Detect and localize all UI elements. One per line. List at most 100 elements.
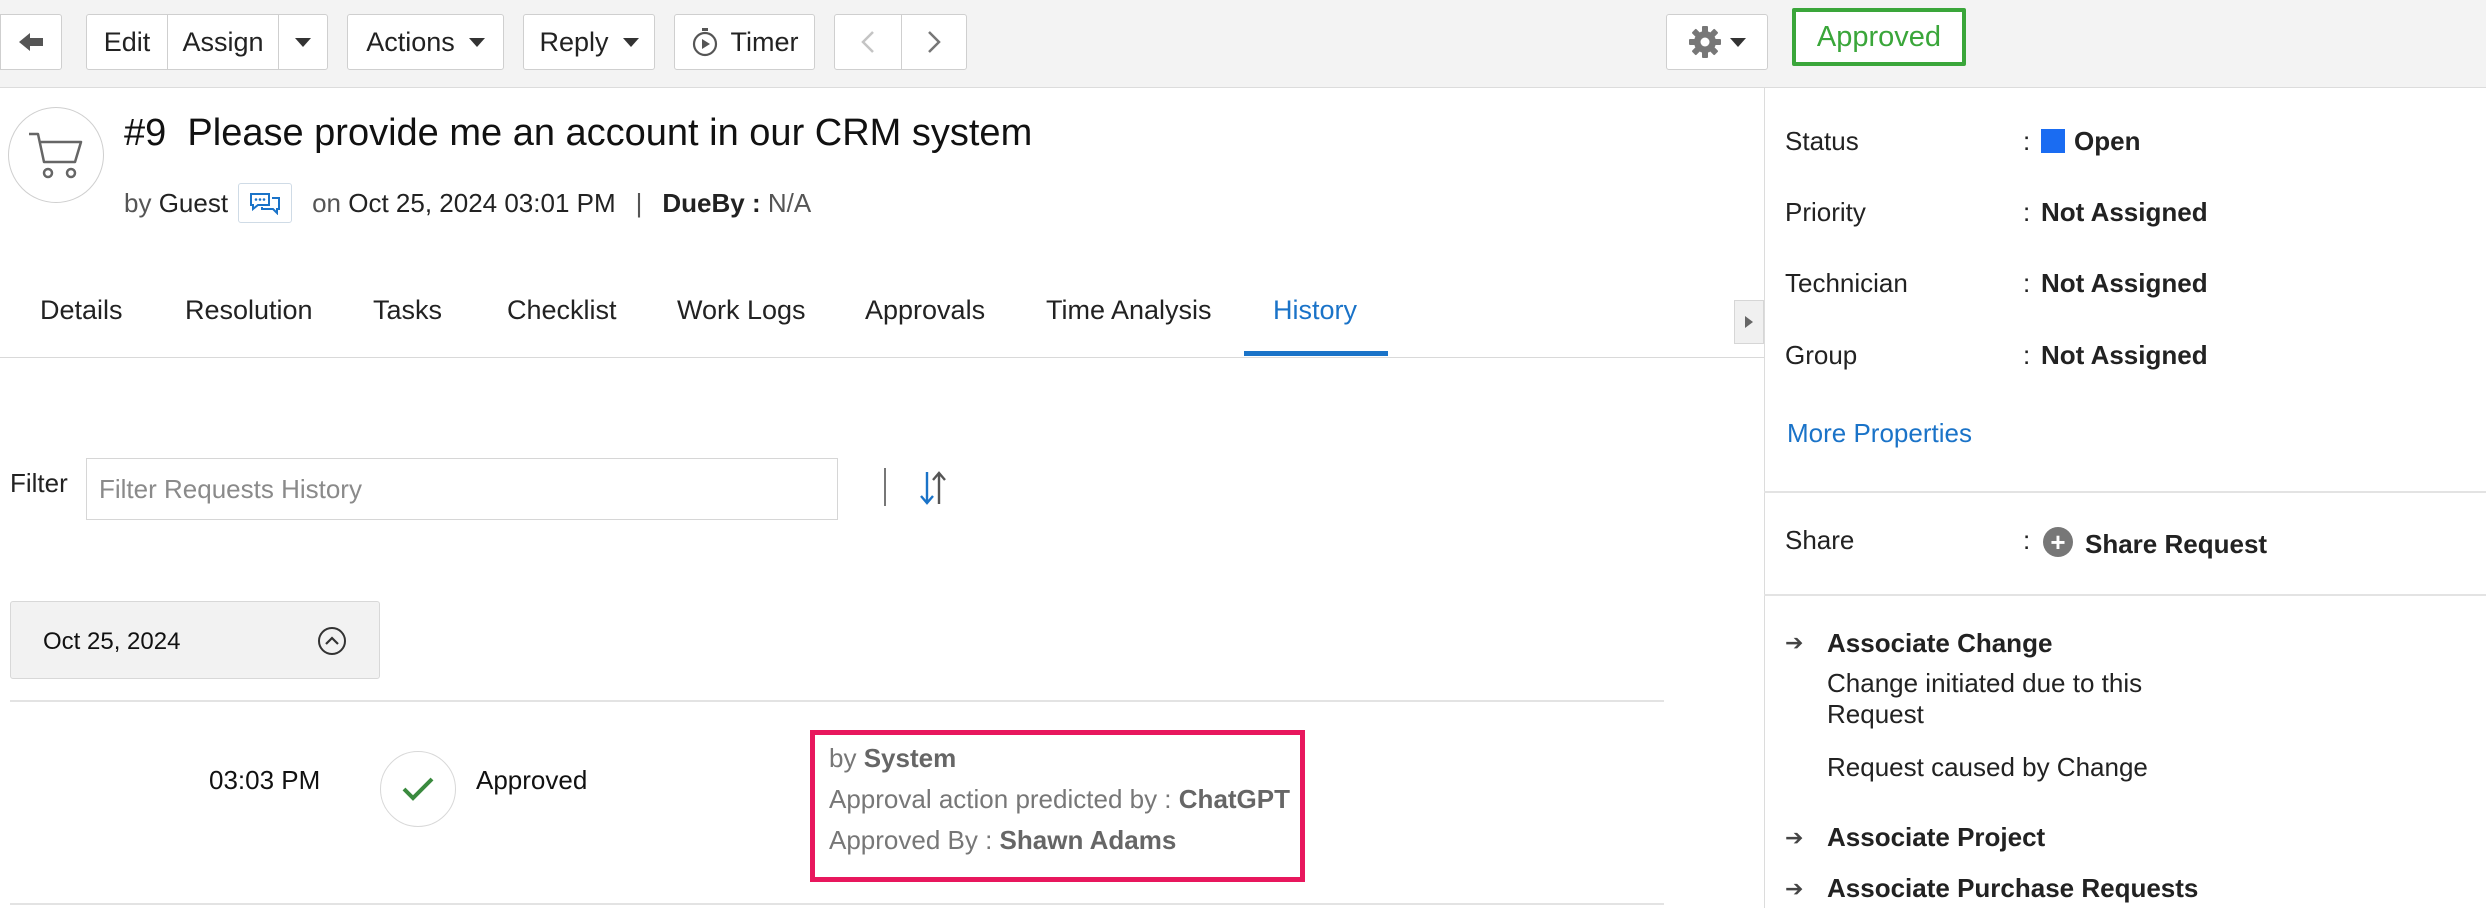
- caret-down-icon: [1730, 37, 1746, 47]
- property-colon: :: [2023, 340, 2031, 370]
- shopping-cart-icon: [29, 132, 83, 179]
- tab-history[interactable]: History: [1273, 295, 1357, 358]
- caret-down-icon: [622, 37, 639, 47]
- status-value[interactable]: Open: [2074, 126, 2140, 157]
- panel-divider: [1764, 594, 2486, 596]
- priority-label: Priority: [1785, 197, 1866, 227]
- actions-button[interactable]: Actions: [347, 14, 504, 70]
- tab-scroll-right-button[interactable]: [1734, 300, 1764, 344]
- entry-predicted-value: ChatGPT: [1178, 784, 1291, 814]
- share-label: Share: [1785, 525, 1855, 555]
- request-caused-by-change-option[interactable]: Request caused by Change: [1827, 752, 2148, 783]
- entry-approved-label: Approved By :: [829, 825, 993, 855]
- change-initiated-option[interactable]: Change initiated due to this Request: [1827, 668, 2187, 730]
- associate-project-link[interactable]: Associate Project: [1827, 822, 2045, 853]
- arrow-right-icon: ➔: [1785, 825, 1804, 850]
- assign-button[interactable]: Assign: [167, 14, 279, 70]
- active-tab-indicator: [1244, 351, 1388, 356]
- created-date: Oct 25, 2024 03:01 PM: [348, 187, 616, 218]
- tab-details[interactable]: Details: [40, 295, 123, 358]
- triangle-right-icon: [1745, 316, 1753, 328]
- reply-label: Reply: [539, 26, 609, 57]
- entry-predicted-label: Approval action predicted by :: [829, 784, 1172, 814]
- tab-resolution[interactable]: Resolution: [185, 295, 313, 358]
- history-divider: [10, 700, 1664, 702]
- tab-approvals[interactable]: Approvals: [865, 295, 985, 358]
- tab-tasks[interactable]: Tasks: [373, 295, 442, 358]
- reply-button[interactable]: Reply: [523, 14, 655, 70]
- associate-purchase-requests-link[interactable]: Associate Purchase Requests: [1827, 873, 2198, 904]
- chat-bubbles-icon: [250, 193, 281, 215]
- back-arrow-icon: [19, 33, 43, 51]
- technician-label: Technician: [1785, 268, 1908, 298]
- back-button[interactable]: [0, 14, 62, 70]
- entry-approved-line: Approved By : Shawn Adams: [829, 825, 1176, 856]
- dueby-value: N/A: [767, 187, 812, 218]
- filter-label: Filter: [10, 468, 68, 498]
- entry-predicted-line: Approval action predicted by : ChatGPT: [829, 784, 1290, 815]
- chevron-right-icon: [928, 31, 941, 53]
- entry-by-label: by: [829, 743, 857, 773]
- conversation-button[interactable]: [238, 183, 293, 223]
- status-badge: Approved: [1792, 8, 1966, 66]
- more-properties-link[interactable]: More Properties: [1787, 418, 1972, 449]
- dueby-label: DueBy :: [662, 187, 761, 218]
- page-title: #9 Please provide me an account in our C…: [124, 112, 1032, 155]
- edit-button[interactable]: Edit: [86, 14, 168, 70]
- caret-down-icon: [468, 37, 485, 47]
- history-date: Oct 25, 2024: [43, 628, 181, 655]
- request-subject: Please provide me an account in our CRM …: [187, 112, 1033, 154]
- on-label: on: [312, 187, 341, 218]
- request-byline: by Guest on Oct 25, 2024 03:01 PM | DueB…: [124, 183, 811, 223]
- requester-name[interactable]: Guest: [159, 188, 228, 219]
- previous-request-button[interactable]: [834, 14, 902, 70]
- request-number: #9: [124, 112, 167, 154]
- caret-down-icon: [295, 37, 311, 47]
- property-colon: :: [2023, 268, 2031, 298]
- add-circle-icon[interactable]: +: [2043, 527, 2073, 557]
- entry-approved-value: Shawn Adams: [999, 825, 1177, 855]
- settings-button[interactable]: [1666, 14, 1768, 70]
- tab-work-logs[interactable]: Work Logs: [677, 295, 806, 358]
- by-label: by: [124, 187, 152, 218]
- entry-time: 03:03 PM: [209, 765, 321, 795]
- entry-by-line: by System: [829, 743, 956, 774]
- gear-icon: [1689, 26, 1721, 58]
- group-label: Group: [1785, 340, 1858, 370]
- property-colon: :: [2023, 525, 2031, 555]
- tab-bar: Details Resolution Tasks Checklist Work …: [0, 295, 1764, 358]
- tab-time-analysis[interactable]: Time Analysis: [1046, 295, 1212, 358]
- technician-value[interactable]: Not Assigned: [2041, 268, 2208, 299]
- chevron-up-circle-icon[interactable]: [317, 626, 347, 656]
- byline-separator: |: [635, 187, 643, 218]
- sort-order-icon[interactable]: [918, 470, 948, 506]
- history-divider: [10, 903, 1664, 905]
- property-colon: :: [2023, 197, 2031, 227]
- timer-label: Timer: [730, 26, 799, 57]
- next-request-button[interactable]: [901, 14, 967, 70]
- property-colon: :: [2023, 126, 2031, 156]
- arrow-right-icon: ➔: [1785, 876, 1804, 901]
- history-date-group[interactable]: Oct 25, 2024: [10, 601, 380, 679]
- group-value[interactable]: Not Assigned: [2041, 340, 2208, 371]
- filter-divider: [884, 468, 886, 506]
- panel-divider: [1764, 491, 2486, 493]
- timer-icon: [692, 28, 717, 57]
- filter-history-input[interactable]: [86, 458, 838, 520]
- actions-label: Actions: [366, 26, 455, 57]
- status-label: Status: [1785, 126, 1859, 156]
- arrow-right-icon: ➔: [1785, 630, 1804, 655]
- associate-change-link[interactable]: Associate Change: [1827, 628, 2052, 659]
- share-request-button[interactable]: Share Request: [2085, 529, 2267, 560]
- approved-status-icon: [380, 751, 456, 827]
- checkmark-icon: [402, 777, 434, 801]
- entry-action: Approved: [476, 765, 588, 795]
- status-color-icon: [2041, 129, 2065, 153]
- toolbar: Edit Assign Actions Reply Timer Approved: [0, 0, 2486, 88]
- entry-by-value: System: [863, 743, 957, 773]
- tab-checklist[interactable]: Checklist: [507, 295, 617, 358]
- assign-dropdown-button[interactable]: [278, 14, 328, 70]
- priority-value[interactable]: Not Assigned: [2041, 197, 2208, 228]
- timer-button[interactable]: Timer: [674, 14, 815, 70]
- chevron-left-icon: [861, 31, 874, 53]
